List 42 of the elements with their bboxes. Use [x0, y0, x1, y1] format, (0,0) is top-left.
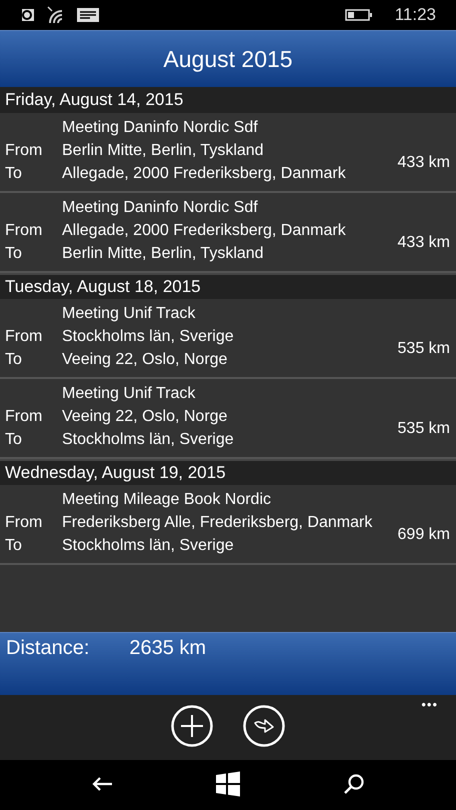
distance-label: Distance: — [6, 637, 90, 661]
trip-distance: 433 km — [398, 152, 451, 172]
message-icon — [76, 7, 100, 23]
trip-distance: 535 km — [398, 418, 451, 438]
sync-icon — [20, 7, 36, 23]
from-label: From — [5, 327, 44, 347]
trip-title: Meeting Unif Track — [62, 384, 196, 404]
to-label: To — [5, 430, 23, 450]
trip-distance: 433 km — [398, 232, 451, 252]
trip-title: Meeting Daninfo Nordic Sdf — [62, 118, 259, 138]
from-address: Stockholms län, Sverige — [62, 327, 235, 347]
from-label: From — [5, 513, 44, 533]
distance-total: 2635 km — [129, 637, 206, 661]
battery-icon — [344, 8, 373, 22]
to-address: Berlin Mitte, Berlin, Tyskland — [62, 244, 265, 264]
date-header: Friday, August 14, 2015 — [0, 87, 456, 113]
date-header: Wednesday, August 19, 2015 — [0, 459, 456, 485]
to-label: To — [5, 350, 23, 370]
trip-distance: 535 km — [398, 338, 451, 358]
from-label: From — [5, 407, 44, 427]
from-address: Berlin Mitte, Berlin, Tyskland — [62, 141, 265, 161]
more-button[interactable]: ••• — [421, 697, 438, 712]
month-title: August 2015 — [163, 46, 293, 72]
trip-distance: 699 km — [398, 524, 451, 544]
to-label: To — [5, 244, 23, 264]
from-label: From — [5, 221, 44, 241]
to-address: Stockholms län, Sverige — [62, 430, 235, 450]
date-header: Tuesday, August 18, 2015 — [0, 273, 456, 299]
trip-title: Meeting Daninfo Nordic Sdf — [62, 198, 259, 218]
trip-title: Meeting Unif Track — [62, 304, 196, 324]
to-address: Stockholms län, Sverige — [62, 536, 235, 556]
to-address: Allegade, 2000 Frederiksberg, Danmark — [62, 164, 347, 184]
from-address: Veeing 22, Oslo, Norge — [62, 407, 228, 427]
trip-title: Meeting Mileage Book Nordic — [62, 490, 272, 510]
to-address: Veeing 22, Oslo, Norge — [62, 350, 228, 370]
clock: 11:23 — [394, 5, 436, 25]
to-label: To — [5, 164, 23, 184]
to-label: To — [5, 536, 23, 556]
from-address: Frederiksberg Alle, Frederiksberg, Danmark — [62, 513, 374, 533]
start-button[interactable] — [215, 770, 241, 800]
from-label: From — [5, 141, 44, 161]
from-address: Allegade, 2000 Frederiksberg, Danmark — [62, 221, 347, 241]
